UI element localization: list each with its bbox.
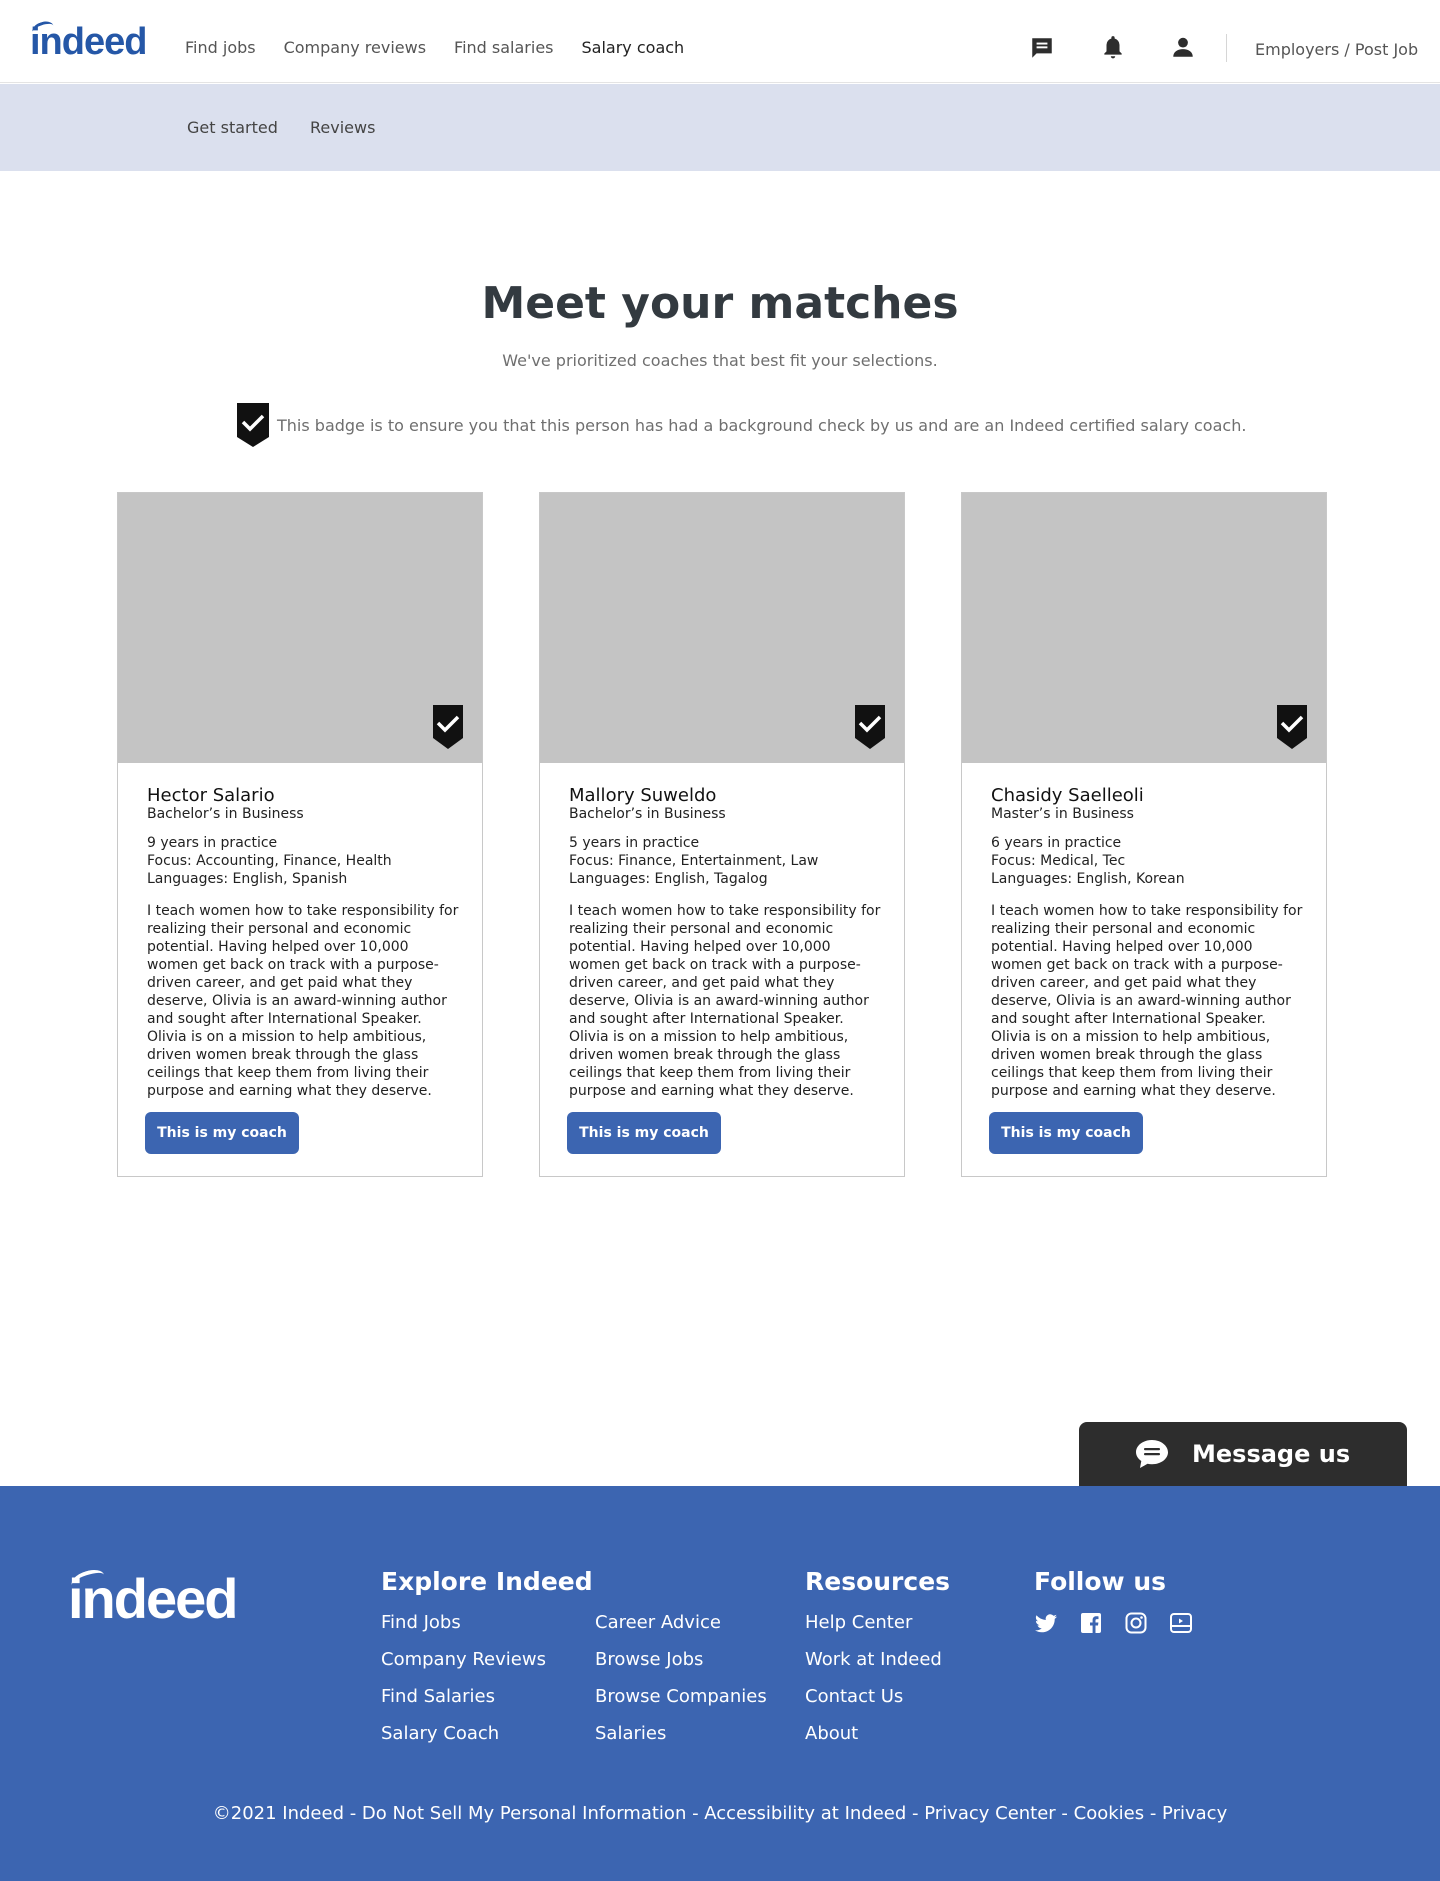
coach-bio: I teach women how to take responsibility… <box>569 903 881 1099</box>
footer-link-career-advice[interactable]: Career Advice <box>595 1612 721 1633</box>
coach-card: Hector Salario Bachelor’s in Business 9 … <box>117 492 483 1177</box>
footer: indeed Explore Indeed Find Jobs Company … <box>0 1486 1440 1881</box>
footer-link-about[interactable]: About <box>805 1723 858 1744</box>
footer-link-help-center[interactable]: Help Center <box>805 1612 912 1633</box>
person-icon[interactable] <box>1170 34 1196 60</box>
footer-copyright: ©2021 Indeed - Do Not Sell My Personal I… <box>212 1803 1228 1824</box>
subnav-get-started[interactable]: Get started <box>187 118 278 137</box>
coach-bio: I teach women how to take responsibility… <box>991 903 1303 1099</box>
coach-photo <box>540 493 904 763</box>
footer-explore-heading: Explore Indeed <box>381 1567 593 1596</box>
coach-focus: Focus: Accounting, Finance, Health <box>147 853 392 869</box>
select-coach-button[interactable]: This is my coach <box>145 1112 299 1154</box>
verified-badge-icon <box>855 705 885 749</box>
footer-resources-heading: Resources <box>805 1567 951 1596</box>
twitter-icon[interactable] <box>1034 1611 1058 1635</box>
page-title: Meet your matches <box>481 278 959 329</box>
coach-years: 5 years in practice <box>569 835 700 851</box>
coach-bio: I teach women how to take responsibility… <box>147 903 459 1099</box>
message-us-button[interactable]: Message us <box>1079 1422 1407 1486</box>
verified-badge-icon <box>433 705 463 749</box>
indeed-logo[interactable]: indeed <box>30 18 147 64</box>
coach-details: 5 years in practice Focus: Finance, Ente… <box>569 834 818 888</box>
footer-follow-heading: Follow us <box>1034 1567 1167 1596</box>
footer-link-work-at-indeed[interactable]: Work at Indeed <box>805 1649 942 1670</box>
badge-explanation: This badge is to ensure you that this pe… <box>277 416 1247 435</box>
coach-languages: Languages: English, Korean <box>991 871 1185 887</box>
subnav-reviews[interactable]: Reviews <box>310 118 375 137</box>
coach-details: 6 years in practice Focus: Medical, Tec … <box>991 834 1185 888</box>
footer-link-company-reviews[interactable]: Company Reviews <box>381 1649 546 1670</box>
coach-details: 9 years in practice Focus: Accounting, F… <box>147 834 392 888</box>
page-subtitle: We've prioritized coaches that best fit … <box>502 351 938 370</box>
coach-languages: Languages: English, Tagalog <box>569 871 768 887</box>
footer-link-salary-coach[interactable]: Salary Coach <box>381 1723 499 1744</box>
verified-badge-icon <box>1277 705 1307 749</box>
coach-card: Chasidy Saelleoli Master’s in Business 6… <box>961 492 1327 1177</box>
coach-card: Mallory Suweldo Bachelor’s in Business 5… <box>539 492 905 1177</box>
coach-name: Chasidy Saelleoli <box>991 785 1144 806</box>
chat-bubble-icon <box>1136 1440 1168 1468</box>
coach-photo <box>962 493 1326 763</box>
coach-focus: Focus: Finance, Entertainment, Law <box>569 853 819 869</box>
main-nav: Find jobs Company reviews Find salaries … <box>185 38 684 57</box>
bell-icon[interactable] <box>1100 34 1126 60</box>
header-divider <box>1226 34 1227 62</box>
coach-languages: Languages: English, Spanish <box>147 871 348 887</box>
employers-post-job-link[interactable]: Employers / Post Job <box>1255 40 1418 59</box>
top-header: indeed Find jobs Company reviews Find sa… <box>0 0 1440 83</box>
nav-company-reviews[interactable]: Company reviews <box>284 38 426 57</box>
coach-focus: Focus: Medical, Tec <box>991 853 1126 869</box>
footer-link-contact-us[interactable]: Contact Us <box>805 1686 903 1707</box>
footer-link-find-jobs[interactable]: Find Jobs <box>381 1612 461 1633</box>
footer-indeed-logo[interactable]: indeed <box>68 1566 238 1631</box>
social-links <box>1034 1611 1193 1635</box>
nav-find-jobs[interactable]: Find jobs <box>185 38 256 57</box>
nav-find-salaries[interactable]: Find salaries <box>454 38 553 57</box>
coach-years: 9 years in practice <box>147 835 278 851</box>
chat-icon[interactable] <box>1029 35 1055 61</box>
footer-link-salaries[interactable]: Salaries <box>595 1723 666 1744</box>
select-coach-button[interactable]: This is my coach <box>989 1112 1143 1154</box>
coach-degree: Master’s in Business <box>991 806 1134 822</box>
sub-nav: Get started Reviews <box>0 84 1440 171</box>
coach-name: Mallory Suweldo <box>569 785 717 806</box>
coach-name: Hector Salario <box>147 785 275 806</box>
coach-degree: Bachelor’s in Business <box>147 806 304 822</box>
message-us-label: Message us <box>1192 1440 1351 1468</box>
facebook-icon[interactable] <box>1079 1611 1103 1635</box>
youtube-icon[interactable] <box>1169 1611 1193 1635</box>
coach-degree: Bachelor’s in Business <box>569 806 726 822</box>
footer-link-browse-jobs[interactable]: Browse Jobs <box>595 1649 703 1670</box>
select-coach-button[interactable]: This is my coach <box>567 1112 721 1154</box>
footer-link-browse-companies[interactable]: Browse Companies <box>595 1686 767 1707</box>
nav-salary-coach[interactable]: Salary coach <box>582 38 685 57</box>
coach-years: 6 years in practice <box>991 835 1122 851</box>
coach-photo <box>118 493 482 763</box>
verified-badge-icon <box>237 403 269 447</box>
footer-link-find-salaries[interactable]: Find Salaries <box>381 1686 495 1707</box>
instagram-icon[interactable] <box>1124 1611 1148 1635</box>
